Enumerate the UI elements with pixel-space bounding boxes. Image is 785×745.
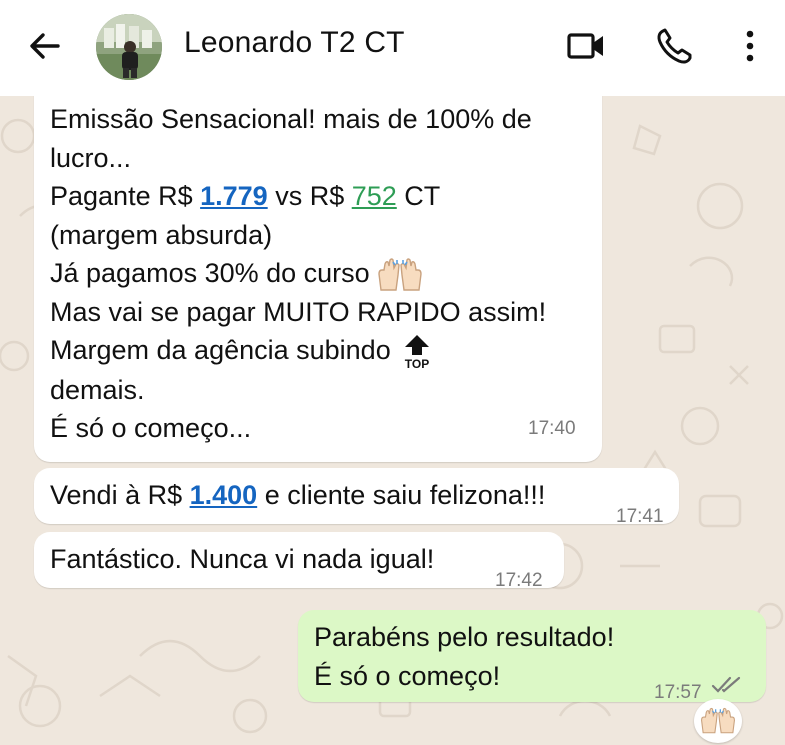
message-reaction[interactable] bbox=[694, 699, 742, 743]
text-fragment: e cliente saiu felizona!!! bbox=[257, 480, 546, 510]
message-line: Margem da agência subindo TOP bbox=[50, 331, 546, 371]
chat-area[interactable]: Emissão Sensacional! mais de 100% de luc… bbox=[0, 96, 785, 745]
message-line: Parabéns pelo resultado! bbox=[314, 622, 615, 652]
contact-name[interactable]: Leonardo T2 CT bbox=[184, 26, 405, 60]
message-time: 17:42 bbox=[495, 570, 543, 591]
text-fragment: CT bbox=[396, 181, 441, 211]
outgoing-message[interactable]: Parabéns pelo resultado! É só o começo! … bbox=[298, 610, 766, 703]
video-call-icon[interactable] bbox=[566, 27, 606, 65]
incoming-message-2[interactable]: Vendi à R$ 1.400 e cliente saiu felizona… bbox=[34, 468, 679, 527]
phone-number-link[interactable]: 1.400 bbox=[190, 480, 258, 510]
incoming-message-3[interactable]: Fantástico. Nunca vi nada igual! 17:42 bbox=[34, 532, 564, 591]
back-arrow-icon[interactable] bbox=[26, 28, 62, 64]
avatar-photo bbox=[96, 14, 162, 80]
message-line: Emissão Sensacional! mais de 100% de bbox=[50, 104, 532, 134]
read-double-check-icon bbox=[711, 676, 741, 693]
message-time: 17:41 bbox=[616, 506, 664, 527]
message-time: 17:57 bbox=[654, 682, 702, 703]
message-text: Vendi à R$ 1.400 e cliente saiu felizona… bbox=[50, 476, 545, 515]
message-line: demais. bbox=[50, 374, 145, 405]
message-time: 17:40 bbox=[528, 418, 576, 439]
contact-avatar[interactable] bbox=[96, 14, 162, 80]
message-line: Já pagamos 30% do curso bbox=[50, 254, 546, 293]
phone-number-link[interactable]: 1.779 bbox=[200, 181, 268, 211]
incoming-message-1[interactable]: Emissão Sensacional! mais de 100% de luc… bbox=[34, 96, 602, 462]
message-line: (margem absurda) bbox=[50, 219, 273, 250]
phone-number-link[interactable]: 752 bbox=[352, 181, 397, 211]
text-fragment: vs R$ bbox=[267, 181, 352, 211]
top-arrow-emoji: TOP bbox=[405, 334, 429, 371]
raising-hands-emoji bbox=[378, 258, 422, 291]
chat-header: Leonardo T2 CT bbox=[0, 0, 785, 96]
message-text: Fantástico. Nunca vi nada igual! bbox=[50, 544, 435, 574]
message-line-prices: Pagante R$ 1.779 vs R$ 752 CT bbox=[50, 177, 546, 216]
message-line: É só o começo... bbox=[50, 413, 252, 444]
text-fragment: Margem da agência subindo bbox=[50, 335, 391, 365]
top-emoji-text: TOP bbox=[405, 357, 429, 371]
message-line: lucro... bbox=[50, 142, 132, 173]
message-line: É só o começo! bbox=[314, 660, 501, 691]
phone-icon[interactable] bbox=[655, 27, 695, 65]
raising-hands-emoji bbox=[701, 707, 735, 734]
message-line: Mas vai se pagar MUITO RAPIDO assim! bbox=[50, 296, 547, 327]
text-fragment: Já pagamos 30% do curso bbox=[50, 258, 370, 288]
text-fragment: Vendi à R$ bbox=[50, 480, 190, 510]
more-vert-icon[interactable] bbox=[730, 27, 770, 65]
text-fragment: Pagante R$ bbox=[50, 181, 201, 211]
